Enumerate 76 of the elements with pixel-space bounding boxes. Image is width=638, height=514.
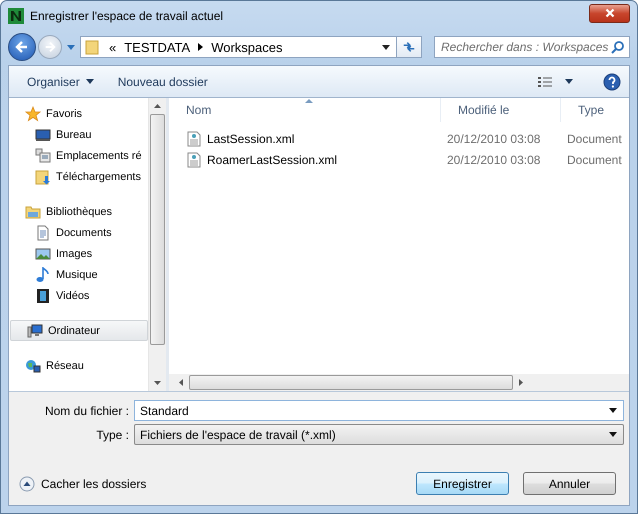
nav-item[interactable]: Images: [9, 243, 148, 264]
library-folder-icon: [25, 204, 41, 220]
back-button[interactable]: [8, 33, 36, 61]
separator-arrow-icon[interactable]: [198, 43, 204, 51]
help-button[interactable]: [601, 70, 623, 92]
computer-icon: [27, 322, 43, 338]
column-header[interactable]: Type: [561, 98, 629, 122]
breadcrumb[interactable]: TESTDATA: [124, 40, 190, 54]
scroll-right-arrow-icon[interactable]: [519, 379, 523, 386]
film-icon: [35, 288, 51, 304]
scroll-up-arrow-icon[interactable]: [154, 104, 161, 108]
sort-arrow-icon: [304, 99, 312, 103]
toolbar-button[interactable]: Nouveau dossier: [110, 70, 216, 92]
table-cell-text: Document: [566, 152, 623, 166]
refresh-arrows-icon: [401, 40, 417, 54]
vertical-scrollbar[interactable]: [148, 98, 166, 391]
nav-item[interactable]: Bureau: [9, 124, 148, 145]
star-icon: [25, 106, 41, 122]
dropdown-arrow-icon[interactable]: [609, 432, 617, 437]
file-name[interactable]: RoamerLastSession.xml: [207, 152, 338, 166]
music-note-icon: [35, 266, 51, 282]
search-field[interactable]: Rechercher dans : Workspaces: [434, 36, 630, 58]
dropdown-arrow-icon[interactable]: [609, 408, 617, 413]
overflow-chevron[interactable]: «: [109, 40, 116, 54]
close-button[interactable]: [589, 4, 630, 22]
nav-item[interactable]: Emplacements ré: [9, 145, 148, 166]
right-arrow-icon: [44, 41, 56, 53]
address-bar[interactable]: « TESTDATA Workspaces: [80, 36, 397, 58]
nav-item[interactable]: Musique: [9, 264, 148, 285]
scroll-down-arrow-icon[interactable]: [154, 381, 161, 385]
breadcrumb[interactable]: Workspaces: [211, 40, 282, 54]
nav-item[interactable]: Vidéos: [9, 285, 148, 306]
dialog-button[interactable]: Annuler: [523, 472, 616, 495]
toolbar-button[interactable]: Organiser: [19, 70, 102, 92]
dialog-button[interactable]: Enregistrer: [416, 472, 509, 495]
list-view-icon: [537, 76, 553, 88]
refresh-button[interactable]: [396, 36, 422, 58]
app-icon: [8, 8, 24, 24]
nav-item[interactable]: Ordinateur: [10, 320, 148, 341]
column-header[interactable]: Modifié le: [441, 98, 561, 122]
field-label: Type :: [95, 428, 130, 442]
monitor-icon: [35, 126, 51, 142]
caret-icon: [86, 79, 94, 84]
hide-folders-button[interactable]: Cacher les dossiers: [19, 474, 146, 494]
xml-file-icon: [186, 152, 202, 168]
file-name[interactable]: LastSession.xml: [207, 132, 294, 146]
caret-icon: [565, 79, 573, 84]
xml-file-icon: [186, 130, 202, 146]
scroll-left-arrow-icon[interactable]: [179, 379, 183, 386]
document-icon: [35, 224, 51, 240]
table-cell-text: 20/12/2010 03:08: [446, 152, 542, 166]
file-type-dropdown[interactable]: Fichiers de l'espace de travail (*.xml): [134, 424, 624, 445]
column-header[interactable]: Nom: [169, 98, 441, 122]
field-label: Nom du fichier :: [44, 404, 130, 418]
close-icon: [604, 8, 614, 18]
computer-folder-icon: [35, 148, 51, 164]
horizontal-scrollbar[interactable]: [169, 374, 629, 391]
nav-item[interactable]: Bibliothèques: [9, 201, 148, 222]
left-arrow-icon: [15, 40, 29, 54]
download-folder-icon: [35, 168, 51, 184]
dropdown-arrow-icon[interactable]: [382, 44, 390, 50]
table-cell-text: 20/12/2010 03:08: [446, 132, 542, 146]
nav-item[interactable]: Favoris: [9, 103, 148, 124]
collapse-icon: [19, 476, 35, 492]
search-icon: [611, 40, 625, 54]
landscape-image-icon: [35, 246, 51, 262]
window-title: Enregistrer l'espace de travail actuel: [30, 9, 224, 23]
nav-item[interactable]: Téléchargements: [9, 166, 148, 187]
table-cell-text: Document: [566, 132, 623, 146]
nav-item[interactable]: Réseau: [9, 355, 148, 376]
folder-icon: [85, 39, 101, 55]
caret-icon[interactable]: [67, 44, 75, 50]
filename-field[interactable]: Standard: [134, 400, 624, 421]
nav-item[interactable]: Documents: [9, 222, 148, 243]
globe-icon: [25, 358, 41, 374]
help-icon: [603, 72, 621, 90]
